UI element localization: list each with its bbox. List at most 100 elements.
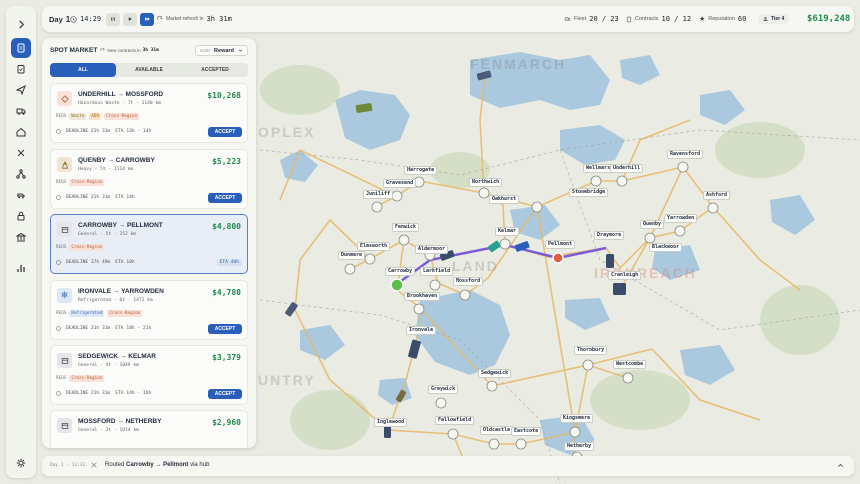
lock-nav-icon[interactable] <box>11 206 31 226</box>
city-marker[interactable] <box>674 225 686 237</box>
contract-price: $2,960 <box>212 418 241 427</box>
truck-nav-icon[interactable] <box>11 101 31 121</box>
city-label[interactable]: Harrogate <box>404 166 438 175</box>
routes-nav-icon[interactable] <box>11 143 31 163</box>
bank-nav-icon[interactable] <box>11 227 31 247</box>
city-label[interactable]: Dunmere <box>338 251 366 260</box>
city-marker[interactable] <box>429 279 441 291</box>
accept-button[interactable]: ACCEPT <box>208 389 242 399</box>
city-marker[interactable] <box>398 234 410 246</box>
city-label[interactable]: Kelmar <box>495 227 520 236</box>
city-label[interactable]: Inglewood <box>374 418 408 427</box>
top-status-bar: Day 1 14:29 Market refresh in 3h 31m Fle… <box>42 6 854 32</box>
money-balance: $619,248 <box>807 14 851 24</box>
city-label[interactable]: Blackmoor <box>649 243 683 252</box>
city-marker[interactable] <box>488 438 500 450</box>
accept-button[interactable]: ACCEPT <box>208 324 242 334</box>
city-marker[interactable] <box>371 201 383 213</box>
city-label[interactable]: Larkfield <box>420 267 454 276</box>
city-label[interactable]: Oldcastle <box>480 426 514 435</box>
city-label[interactable]: Gravesend <box>383 179 417 188</box>
city-marker[interactable] <box>478 187 490 199</box>
event-log-bar[interactable]: Day 1 · 13:31 Routed Carrowby → Pellmont… <box>42 456 854 476</box>
clipboard-nav-icon[interactable] <box>11 59 31 79</box>
tab-all[interactable]: ALL <box>50 63 116 77</box>
city-marker[interactable] <box>531 201 543 213</box>
city-marker[interactable] <box>435 397 447 409</box>
city-label[interactable]: Underhill <box>610 164 644 173</box>
city-label[interactable]: Oakhurst <box>489 195 520 204</box>
city-marker[interactable] <box>364 253 376 265</box>
accept-button[interactable]: ACCEPT <box>208 193 242 203</box>
city-label[interactable]: Ashford <box>703 191 731 200</box>
tier-badge[interactable]: Tier 4 <box>758 14 790 24</box>
city-label[interactable]: Stonebridge <box>569 188 609 197</box>
tab-available[interactable]: AVAILABLE <box>116 63 182 77</box>
pause-button[interactable] <box>106 12 120 26</box>
city-label[interactable]: Greywick <box>428 385 459 394</box>
contract-route: UNDERHILL → MOSSFORD <box>78 91 164 98</box>
city-marker[interactable] <box>413 303 425 315</box>
fast-forward-button[interactable] <box>140 12 154 26</box>
city-marker[interactable] <box>677 161 689 173</box>
network-nav-icon[interactable] <box>11 164 31 184</box>
tab-accepted[interactable]: ACCEPTED <box>182 63 248 77</box>
city-marker[interactable] <box>344 263 356 275</box>
contract-card-selected[interactable]: CARROWBY → PELLMONT General · 5t · 252 k… <box>50 214 248 274</box>
new-contracts-time: 3h 31m <box>142 48 159 53</box>
city-label[interactable]: Thornbury <box>574 346 608 355</box>
sort-select[interactable]: SORT Reward <box>195 45 248 56</box>
city-label[interactable]: Northwich <box>469 178 503 187</box>
city-label[interactable]: Westcombe <box>613 360 647 369</box>
city-label[interactable]: Juniliff <box>363 190 394 199</box>
contract-card[interactable]: QUENBY → CARROWBY Heavy · 5t · 1114 km $… <box>50 149 248 209</box>
city-marker[interactable] <box>447 428 459 440</box>
city-marker[interactable] <box>582 359 594 371</box>
fleet-nav-icon[interactable] <box>11 185 31 205</box>
contract-card[interactable]: SEDGEWICK → KELMAR General · 4t · 1049 k… <box>50 345 248 405</box>
city-marker[interactable] <box>590 175 602 187</box>
city-label[interactable]: Kingsmere <box>560 414 594 423</box>
city-marker[interactable] <box>622 372 634 384</box>
accept-button[interactable]: ACCEPT <box>208 127 242 137</box>
stats-nav-icon[interactable] <box>11 258 31 278</box>
city-marker[interactable] <box>499 238 511 250</box>
city-label[interactable]: Netherby <box>564 442 595 451</box>
contract-card[interactable]: MOSSFORD → NETHERBY General · 3t · 1914 … <box>50 410 248 448</box>
city-label[interactable]: Brookhaven <box>404 292 441 301</box>
city-label[interactable]: Ravensford <box>667 150 704 159</box>
contract-reqs: REQS Cross-Region <box>56 179 105 186</box>
city-label[interactable]: Quenby <box>640 220 665 229</box>
city-marker[interactable] <box>616 175 628 187</box>
contracts-nav-icon[interactable] <box>11 38 31 58</box>
city-label[interactable]: Yarrowden <box>664 214 698 223</box>
chevron-up-icon[interactable] <box>837 462 844 469</box>
city-label[interactable]: Mossford <box>453 277 484 286</box>
settings-gear-icon[interactable] <box>11 453 31 473</box>
city-marker[interactable] <box>707 202 719 214</box>
play-button[interactable] <box>123 12 137 26</box>
city-marker[interactable] <box>569 426 581 438</box>
city-marker[interactable] <box>515 438 527 450</box>
city-label[interactable]: Elmsworth <box>357 242 391 251</box>
collapse-chevron-icon[interactable] <box>11 14 31 34</box>
city-marker[interactable] <box>391 190 403 202</box>
city-marker[interactable] <box>459 289 471 301</box>
city-label[interactable]: Ironvale <box>406 326 437 335</box>
city-label[interactable]: Aldermoor <box>415 245 449 254</box>
send-nav-icon[interactable] <box>11 80 31 100</box>
city-label[interactable]: Eastcote <box>511 427 542 436</box>
city-marker[interactable] <box>486 380 498 392</box>
depot-nav-icon[interactable] <box>11 122 31 142</box>
city-label[interactable]: Sedgewick <box>478 369 512 378</box>
contract-card[interactable]: UNDERHILL → MOSSFORD Hazardous Waste · 7… <box>50 83 248 143</box>
city-label[interactable]: Carrowby <box>385 267 416 276</box>
city-label[interactable]: Cranleigh <box>608 271 642 280</box>
reqs-label: REQS <box>56 114 67 119</box>
city-marker[interactable] <box>644 232 656 244</box>
contract-card[interactable]: ❄ IRONVALE → YARROWDEN Refrigerated · 6t… <box>50 280 248 340</box>
city-label[interactable]: Fallowfield <box>435 416 475 425</box>
city-label[interactable]: Fenwick <box>392 223 420 232</box>
city-label[interactable]: Pellmont <box>545 240 576 249</box>
city-label[interactable]: Draymore <box>594 231 625 240</box>
